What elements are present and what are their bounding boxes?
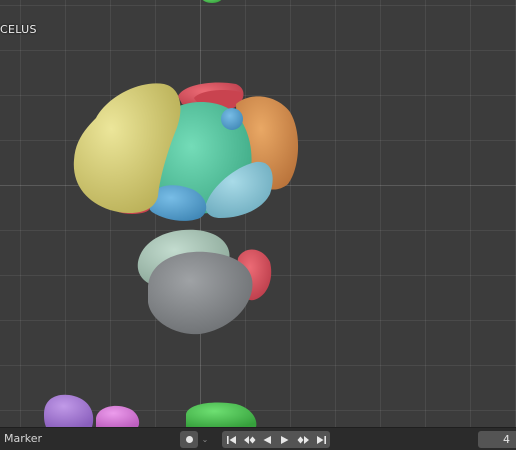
pink-region[interactable] xyxy=(96,405,140,427)
jump-to-start-icon[interactable] xyxy=(222,431,240,448)
purple-region[interactable] xyxy=(44,394,94,427)
record-dot-icon xyxy=(185,436,193,443)
green-region-top[interactable] xyxy=(202,0,222,3)
marker-menu[interactable]: Marker xyxy=(4,432,42,445)
play-reverse-icon[interactable] xyxy=(258,431,276,448)
green-region-bottom[interactable] xyxy=(186,402,257,427)
playback-controls xyxy=(222,431,330,448)
blue-region-small[interactable] xyxy=(221,108,243,130)
chevron-down-icon[interactable]: ⌄ xyxy=(198,431,212,448)
play-icon[interactable] xyxy=(276,431,294,448)
auto-keying-button[interactable] xyxy=(180,431,198,448)
current-frame-field[interactable]: 4 xyxy=(478,431,516,448)
jump-to-end-icon[interactable] xyxy=(312,431,330,448)
brain-model[interactable] xyxy=(0,0,516,427)
jump-to-keyframe-prev-icon[interactable] xyxy=(240,431,258,448)
timeline-header: Marker ⌄ 4 xyxy=(0,427,516,450)
gray-region[interactable] xyxy=(148,251,253,335)
auto-keying-group: ⌄ xyxy=(180,431,212,448)
3d-viewport[interactable]: CELUS xyxy=(0,0,516,427)
jump-to-keyframe-next-icon[interactable] xyxy=(294,431,312,448)
viewport-object-label: CELUS xyxy=(0,23,37,36)
